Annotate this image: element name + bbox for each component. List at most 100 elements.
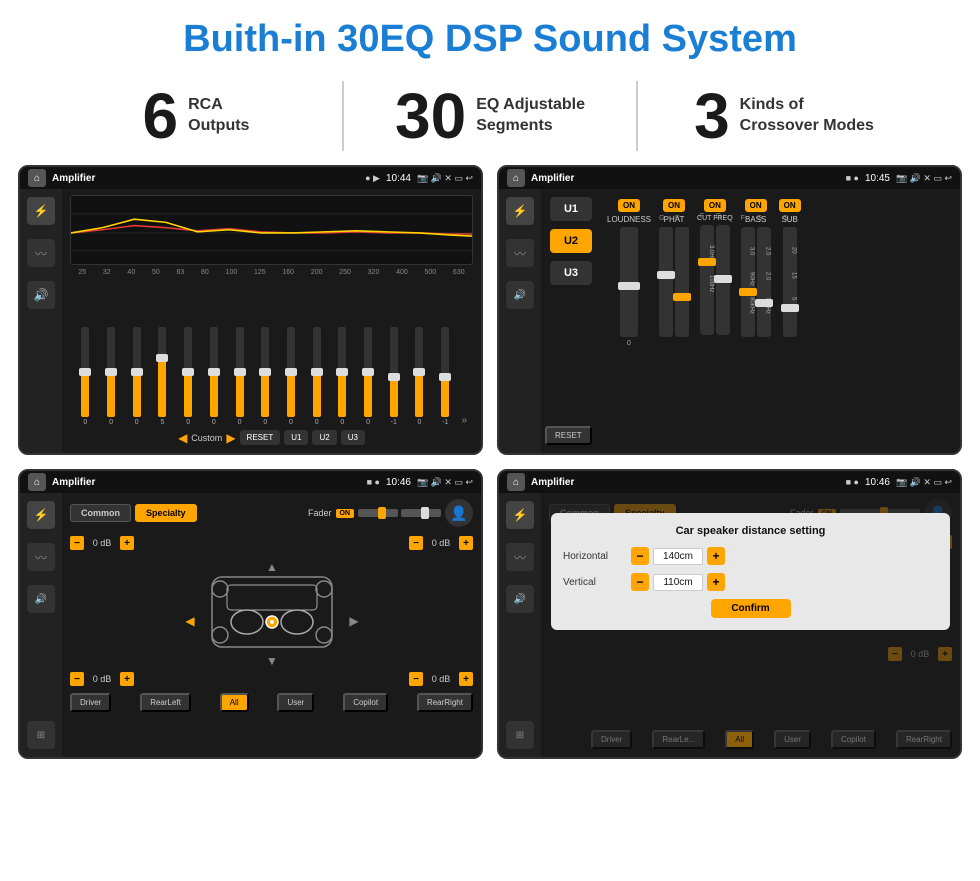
screen4-expand-btn[interactable]: ⊞	[506, 721, 534, 749]
u3-button[interactable]: U3	[341, 430, 365, 445]
screen4-filter-btn[interactable]: ⚡	[506, 501, 534, 529]
rear-left-db: − 0 dB +	[70, 672, 134, 686]
front-right-minus[interactable]: −	[409, 536, 423, 550]
loudness-on-badge: ON	[618, 199, 640, 212]
screen3-home-icon[interactable]: ⌂	[28, 473, 46, 491]
svg-text:▲: ▲	[266, 560, 278, 574]
screen3-statusbar: ⌂ Amplifier ■ ● 10:46 📷 🔊 ✕ ▭ ↩	[20, 471, 481, 493]
fader-on-badge: ON	[336, 509, 355, 518]
screen2-filter-btn[interactable]: ⚡	[506, 197, 534, 225]
screen1-time: 10:44	[386, 173, 411, 184]
eq-volume-btn[interactable]: 🔊	[27, 281, 55, 309]
screen2-vol-btn[interactable]: 🔊	[506, 281, 534, 309]
eq-slider-11[interactable]: 0	[357, 327, 380, 426]
screen4-side: ⚡ 〰 🔊 ⊞	[499, 493, 541, 757]
u1-button[interactable]: U1	[284, 430, 308, 445]
driver-btn[interactable]: Driver	[70, 693, 111, 712]
eq-slider-12[interactable]: -1	[382, 327, 405, 426]
tab-specialty[interactable]: Specialty	[135, 504, 197, 522]
stat-crossover: 3 Kinds of Crossover Modes	[648, 84, 920, 148]
screen4-home-icon[interactable]: ⌂	[507, 473, 525, 491]
eq-sliders-row[interactable]: 0 0 0 5 0	[70, 280, 473, 426]
sub-slider-g[interactable]: G 20 15 5	[783, 227, 797, 337]
eq-next-arrow[interactable]: ▶	[226, 431, 235, 445]
bass-slider-f[interactable]: F 3.0 90Hz 80kHz	[741, 227, 755, 337]
eq-prev-arrow[interactable]: ◀	[178, 431, 187, 445]
user-btn[interactable]: User	[277, 693, 314, 712]
rearright-btn[interactable]: RearRight	[417, 693, 473, 712]
u2-button[interactable]: U2	[312, 430, 336, 445]
screen1-status-dots: ● ▶	[365, 173, 380, 184]
stat-text-crossover: Kinds of Crossover Modes	[740, 95, 874, 137]
screen4-driver-btn: Driver	[591, 730, 632, 749]
confirm-button[interactable]: Confirm	[711, 599, 791, 618]
screen4-vol-btn[interactable]: 🔊	[506, 585, 534, 613]
rear-right-minus[interactable]: −	[409, 672, 423, 686]
eq-slider-9[interactable]: 0	[305, 327, 328, 426]
fader-thumb	[378, 507, 386, 519]
eq-slider-0[interactable]: 0	[74, 327, 97, 426]
sub-on-badge: ON	[779, 199, 801, 212]
eq-filter-btn[interactable]: ⚡	[27, 197, 55, 225]
screen4-wave-btn[interactable]: 〰	[506, 543, 534, 571]
cutfreq-slider-g[interactable]: G	[716, 225, 730, 335]
rear-right-plus[interactable]: +	[459, 672, 473, 686]
tab-common[interactable]: Common	[70, 504, 131, 522]
screen2-home-icon[interactable]: ⌂	[507, 169, 525, 187]
eq-slider-13[interactable]: 0	[408, 327, 431, 426]
eq-slider-5[interactable]: 0	[203, 327, 226, 426]
reset-button[interactable]: RESET	[240, 430, 281, 445]
eq-slider-8[interactable]: 0	[280, 327, 303, 426]
screen3-status-dots: ■ ●	[367, 477, 380, 487]
sub-thumb-g	[781, 304, 799, 312]
screen3-vol-icon: 🔊	[35, 594, 47, 605]
screen3-expand-btn[interactable]: ⊞	[27, 721, 55, 749]
vertical-minus-btn[interactable]: −	[631, 573, 649, 591]
eq-slider-2[interactable]: 0	[125, 327, 148, 426]
loudness-slider[interactable]	[620, 227, 638, 337]
screen2-u2-btn[interactable]: U2	[550, 229, 592, 253]
rearleft-btn[interactable]: RearLeft	[140, 693, 191, 712]
screen2-reset-btn[interactable]: RESET	[545, 426, 592, 445]
front-left-val: 0 dB	[87, 538, 117, 548]
front-right-plus[interactable]: +	[459, 536, 473, 550]
screen4-title: Amplifier	[531, 477, 840, 488]
phat-slider-g[interactable]: G	[659, 227, 673, 337]
horizontal-value: 140cm	[653, 548, 703, 565]
screen2-wave-btn[interactable]: 〰	[506, 239, 534, 267]
eq-slider-14[interactable]: -1	[434, 327, 457, 426]
eq-slider-7[interactable]: 0	[254, 327, 277, 426]
rear-left-plus[interactable]: +	[120, 672, 134, 686]
screen2-title: Amplifier	[531, 173, 840, 184]
cutfreq-slider-f[interactable]: F 3.0Hz 100Hz	[700, 225, 714, 335]
phat-slider-f[interactable]: F	[675, 227, 689, 337]
home-icon[interactable]: ⌂	[28, 169, 46, 187]
loudness-label: LOUDNESS	[607, 215, 651, 224]
fader-sliders[interactable]	[358, 509, 441, 517]
front-left-plus[interactable]: +	[120, 536, 134, 550]
speaker-spacer	[232, 535, 312, 551]
screen2-u1-btn[interactable]: U1	[550, 197, 592, 221]
all-btn[interactable]: All	[220, 693, 249, 712]
screen2-u3-btn[interactable]: U3	[550, 261, 592, 285]
screen3-wave-btn[interactable]: 〰	[27, 543, 55, 571]
eq-slider-6[interactable]: 0	[228, 327, 251, 426]
vertical-ctrl: − 110cm +	[631, 573, 725, 591]
copilot-btn[interactable]: Copilot	[343, 693, 388, 712]
screen3-filter-btn[interactable]: ⚡	[27, 501, 55, 529]
eq-slider-4[interactable]: 0	[177, 327, 200, 426]
distance-dialog: Car speaker distance setting Horizontal …	[551, 513, 950, 630]
horizontal-minus-btn[interactable]: −	[631, 547, 649, 565]
bass-slider-g[interactable]: G 2.5 2.0 70kHz	[757, 227, 771, 337]
rear-left-minus[interactable]: −	[70, 672, 84, 686]
front-left-minus[interactable]: −	[70, 536, 84, 550]
settings-avatar[interactable]: 👤	[445, 499, 473, 527]
eq-slider-3[interactable]: 5	[151, 327, 174, 426]
eq-slider-10[interactable]: 0	[331, 327, 354, 426]
vertical-plus-btn[interactable]: +	[707, 573, 725, 591]
horizontal-plus-btn[interactable]: +	[707, 547, 725, 565]
eq-wave-btn[interactable]: 〰	[27, 239, 55, 267]
screen3-vol-btn[interactable]: 🔊	[27, 585, 55, 613]
screen1-body: ⚡ 〰 🔊	[20, 189, 481, 453]
eq-slider-1[interactable]: 0	[100, 327, 123, 426]
